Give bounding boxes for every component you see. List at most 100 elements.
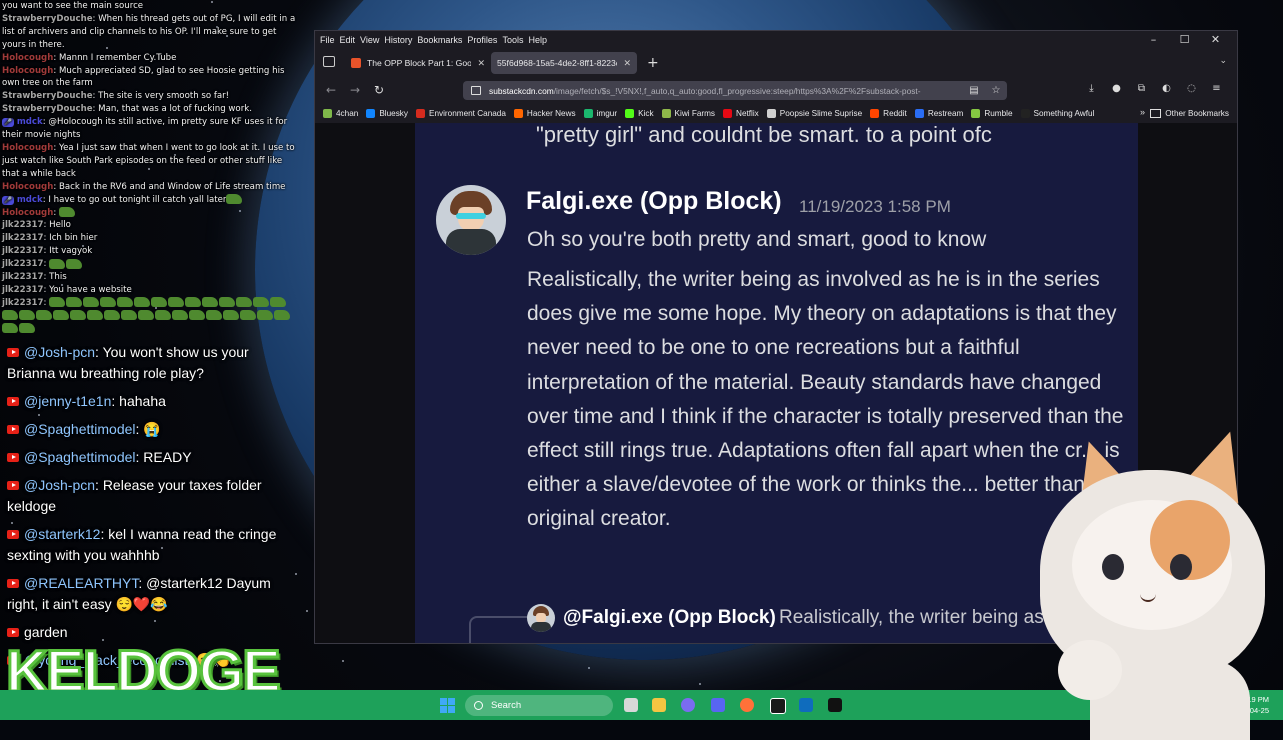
outlook-icon[interactable] bbox=[799, 698, 813, 712]
youtube-icon bbox=[7, 452, 19, 462]
firefox-icon[interactable] bbox=[740, 698, 754, 712]
twitch-chat-message: Holocough: Mannn I remember Cy.Tube bbox=[2, 52, 177, 63]
menu-item-view[interactable]: View bbox=[355, 35, 379, 45]
chat-username: @jenny-t1e1n bbox=[24, 392, 112, 409]
youtube-chat-message: @Josh-pcn: You won't show us your Briann… bbox=[7, 343, 249, 381]
bookmarks-bar: 4chan Bluesky Environment Canada Hacker New… bbox=[315, 104, 1237, 123]
windows-start-icon[interactable] bbox=[440, 698, 455, 713]
close-icon[interactable]: ✕ bbox=[1200, 31, 1231, 48]
sync-icon[interactable]: ◌ bbox=[1179, 83, 1204, 94]
hamburger-menu-icon[interactable]: ≡ bbox=[1204, 83, 1229, 94]
bookmark-environment-canada[interactable]: Environment Canada bbox=[415, 109, 506, 118]
youtube-icon bbox=[7, 424, 19, 434]
frog-emote-icon bbox=[121, 310, 137, 321]
chat-username: Holocough bbox=[2, 207, 54, 218]
chat-username: jlk22317 bbox=[2, 246, 44, 257]
toolbar-right: ⤓ ● ⧉ ◐ ◌ ≡ bbox=[1079, 83, 1229, 94]
bookmark-favicon-icon bbox=[323, 109, 332, 118]
new-tab-icon[interactable]: + bbox=[647, 55, 659, 71]
bookmark-hacker-news[interactable]: Hacker News bbox=[513, 109, 576, 118]
reply-avatar bbox=[527, 604, 555, 632]
reader-view-icon[interactable]: ▤ bbox=[963, 85, 985, 96]
bookmark-kick[interactable]: Kick bbox=[625, 109, 654, 118]
reply-connector bbox=[469, 616, 529, 643]
star bbox=[306, 610, 309, 613]
chevron-down-icon[interactable]: ⌄ bbox=[1219, 56, 1227, 66]
bookmark-rumble[interactable]: Rumble bbox=[971, 109, 1013, 118]
extensions-icon[interactable]: ⧉ bbox=[1129, 83, 1154, 94]
tab-opp-block[interactable]: The OPP Block Part 1: Gooners ✕ bbox=[345, 52, 491, 74]
reload-icon[interactable]: ↻ bbox=[367, 83, 391, 97]
bookmark-netflix[interactable]: Netflix bbox=[723, 109, 759, 118]
bookmark-restream[interactable]: Restream bbox=[914, 109, 963, 118]
menu-item-edit[interactable]: Edit bbox=[335, 35, 356, 45]
close-tab-icon[interactable]: ✕ bbox=[623, 58, 631, 69]
maximize-icon[interactable]: ☐ bbox=[1169, 31, 1200, 48]
chat-username: StrawberryDouche bbox=[2, 13, 93, 24]
minimize-icon[interactable]: – bbox=[1138, 31, 1169, 48]
bookmark-reddit[interactable]: Reddit bbox=[870, 109, 907, 118]
forward-icon[interactable]: → bbox=[343, 83, 367, 97]
task-view-icon[interactable] bbox=[624, 698, 638, 712]
other-bookmarks[interactable]: Other Bookmarks bbox=[1150, 104, 1229, 123]
frog-emote-icon bbox=[202, 297, 219, 308]
chat-text: 😭 bbox=[143, 420, 161, 437]
frog-emote-icon bbox=[134, 297, 151, 308]
folder-icon bbox=[1150, 109, 1162, 118]
close-tab-icon[interactable]: ✕ bbox=[477, 58, 485, 69]
obs-icon[interactable] bbox=[770, 698, 786, 714]
bookmark-label: Hacker News bbox=[526, 109, 576, 118]
menu-item-help[interactable]: Help bbox=[523, 35, 547, 45]
bookmark-label: Something Awful bbox=[1033, 109, 1095, 118]
back-icon[interactable]: ← bbox=[319, 83, 343, 97]
bookmark-something-awful[interactable]: Something Awful bbox=[1020, 109, 1095, 118]
restream-icon[interactable] bbox=[828, 698, 842, 712]
twitch-chat-message: you want to see the main source bbox=[0, 0, 300, 13]
menu-item-history[interactable]: History bbox=[379, 35, 412, 45]
chat-username: Holocough bbox=[2, 52, 54, 63]
menu-item-bookmarks[interactable]: Bookmarks bbox=[412, 35, 462, 45]
chat-username: Holocough bbox=[2, 142, 54, 153]
extension-icon[interactable]: ● bbox=[1104, 83, 1129, 94]
frog-emote-icon bbox=[2, 310, 18, 321]
bookmark-label: Kiwi Farms bbox=[674, 109, 716, 118]
frog-emote-icon bbox=[172, 310, 188, 321]
url-text[interactable]: substackcdn.com/image/fetch/$s_!V5NX!,f_… bbox=[489, 86, 963, 96]
twitch-chat: you want to see the main source Strawberr… bbox=[0, 0, 300, 336]
menu-item-file[interactable]: File bbox=[315, 35, 335, 45]
frog-emote-icon bbox=[36, 310, 52, 321]
bookmark-imgur[interactable]: imgur bbox=[583, 109, 617, 118]
menu-item-profiles[interactable]: Profiles bbox=[462, 35, 497, 45]
taskbar-search[interactable]: Search bbox=[465, 695, 613, 716]
twitch-chat-message: jlk22317: bbox=[0, 258, 300, 271]
bookmark-poopsie-slime-suprise[interactable]: Poopsie Slime Suprise bbox=[766, 109, 862, 118]
search-icon bbox=[474, 701, 483, 710]
info-icon[interactable] bbox=[471, 86, 481, 95]
copilot-icon[interactable] bbox=[681, 698, 695, 712]
chat-username: @Josh-pcn bbox=[24, 343, 96, 360]
downloads-icon[interactable]: ⤓ bbox=[1079, 83, 1104, 94]
bookmark-label: Rumble bbox=[984, 109, 1013, 118]
bookmark-bluesky[interactable]: Bluesky bbox=[366, 109, 408, 118]
other-bookmarks-label: Other Bookmarks bbox=[1165, 109, 1229, 118]
bookmarks-overflow-icon[interactable]: » bbox=[1140, 107, 1145, 117]
bookmark-star-icon[interactable]: ☆ bbox=[985, 85, 1007, 96]
frog-emote-icon bbox=[240, 310, 256, 321]
account-icon[interactable]: ◐ bbox=[1154, 83, 1179, 94]
file-explorer-icon[interactable] bbox=[652, 698, 666, 712]
tab-image[interactable]: 55f6d968-15a5-4de2-8ff1-8223d8 ✕ bbox=[491, 52, 637, 74]
bookmark-label: Bluesky bbox=[379, 109, 408, 118]
discord-icon[interactable] bbox=[711, 698, 725, 712]
bookmark-4chan[interactable]: 4chan bbox=[323, 109, 358, 118]
bookmark-favicon-icon bbox=[366, 109, 376, 118]
chat-text: Back in the RV6 and and Window of Life s… bbox=[58, 181, 286, 192]
youtube-icon bbox=[7, 347, 19, 357]
url-bar[interactable]: substackcdn.com/image/fetch/$s_!V5NX!,f_… bbox=[463, 81, 1007, 100]
menu-item-tools[interactable]: Tools bbox=[497, 35, 523, 45]
url-host: substackcdn.com bbox=[489, 85, 554, 96]
frog-emote-icon bbox=[253, 297, 270, 308]
chat-username: jlk22317 bbox=[2, 297, 44, 308]
star bbox=[588, 667, 591, 670]
bookmark-kiwi-farms[interactable]: Kiwi Farms bbox=[661, 109, 716, 118]
chat-text: This bbox=[49, 272, 67, 283]
